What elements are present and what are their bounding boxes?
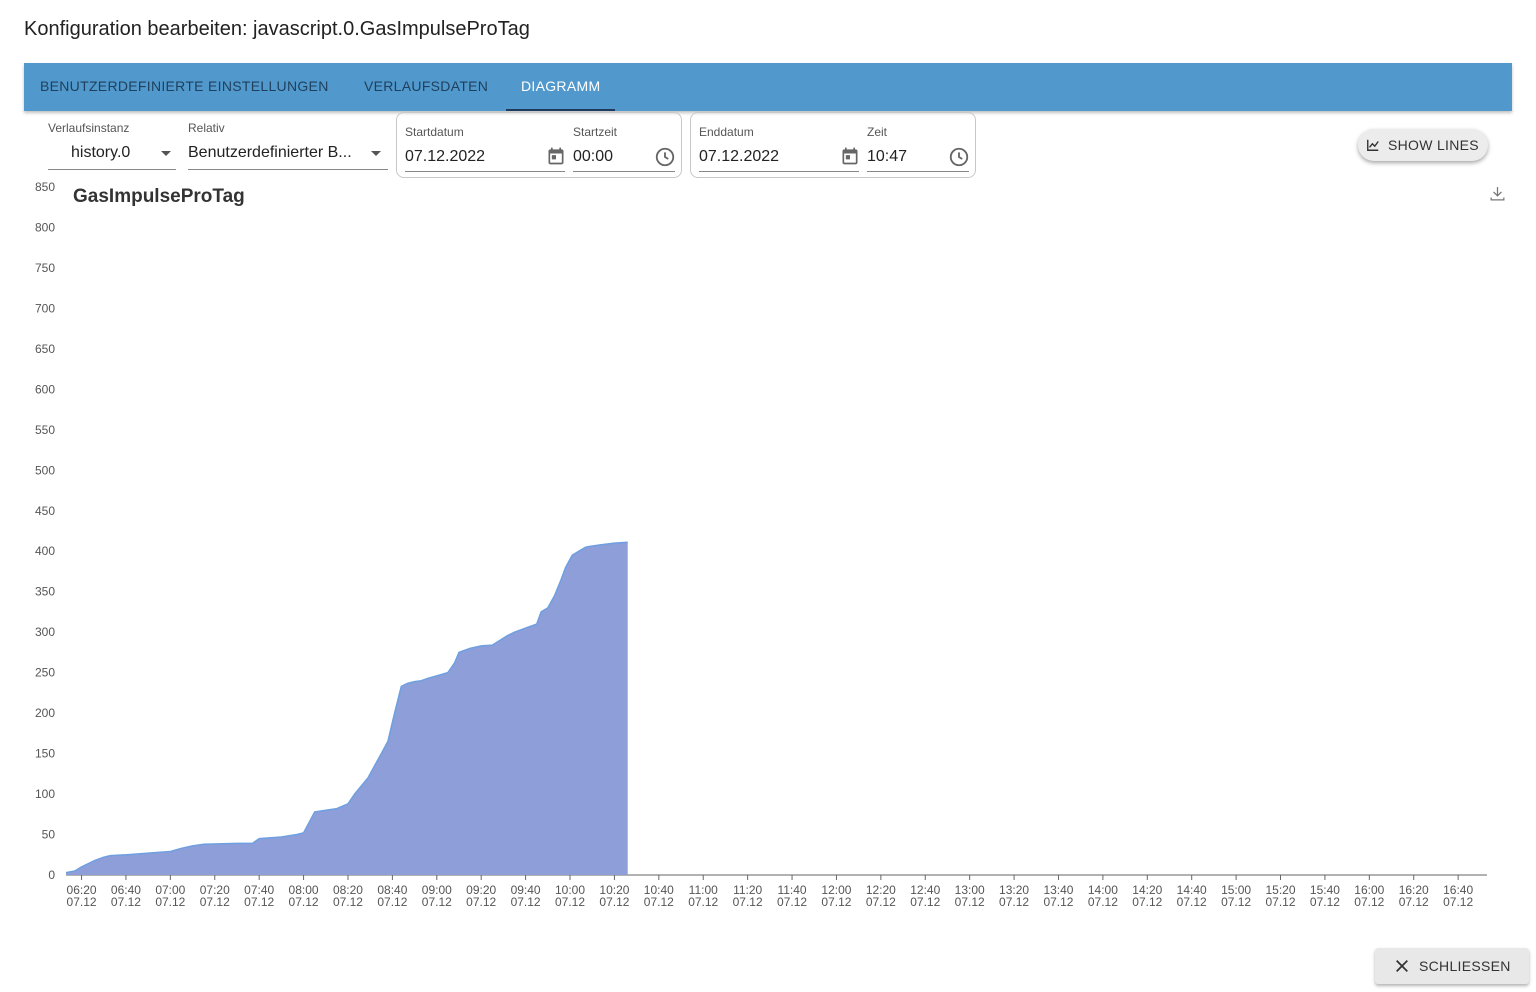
gas-impulse-chart: 0 50 100 150 200 250 300 350 400 450 500 550 600 650 7… (35, 180, 1487, 909)
instance-value: history.0 (71, 144, 131, 161)
y-tick-label: 350 (35, 585, 55, 599)
end-range-group (690, 112, 976, 178)
chevron-down-icon (371, 151, 381, 156)
start-time-value: 00:00 (573, 148, 614, 165)
close-button[interactable]: SCHLIESSEN (1375, 948, 1529, 984)
y-tick-label: 750 (35, 261, 55, 275)
tab-history-data[interactable]: VERLAUFSDATEN (364, 63, 488, 111)
y-tick-label: 200 (35, 706, 55, 720)
relative-value: Benutzerdefinierter B... (188, 144, 352, 161)
x-tick-label-date: 07.12 (999, 895, 1029, 909)
end-time-label: Zeit (867, 125, 888, 139)
start-date-underline (405, 171, 565, 172)
y-tick-label: 250 (35, 666, 55, 680)
x-tick-label-date: 07.12 (67, 895, 97, 909)
relative-label: Relativ (188, 121, 225, 135)
end-time-value: 10:47 (867, 148, 908, 165)
end-date-value: 07.12.2022 (699, 148, 780, 165)
area-series (66, 542, 628, 875)
start-range-group (396, 112, 682, 178)
line-chart-icon (1367, 139, 1379, 151)
tab-bar: BENUTZERDEFINIERTE EINSTELLUNGEN VERLAUF… (24, 63, 1512, 111)
tab-custom-settings[interactable]: BENUTZERDEFINIERTE EINSTELLUNGEN (40, 63, 329, 111)
x-tick-label-date: 07.12 (599, 895, 629, 909)
x-tick-label-date: 07.12 (644, 895, 674, 909)
x-tick-label-date: 07.12 (466, 895, 496, 909)
x-tick-label-date: 07.12 (422, 895, 452, 909)
x-tick-label-date: 07.12 (333, 895, 363, 909)
relative-underline (188, 169, 388, 170)
x-tick-label-date: 07.12 (1443, 895, 1473, 909)
x-tick-label-date: 07.12 (244, 895, 274, 909)
y-tick-label: 800 (35, 220, 55, 234)
x-tick-label-date: 07.12 (910, 895, 940, 909)
y-tick-label: 100 (35, 787, 55, 801)
start-date-label: Startdatum (405, 125, 464, 139)
x-tick-label-date: 07.12 (1221, 895, 1251, 909)
x-tick-label-date: 07.12 (377, 895, 407, 909)
chevron-down-icon (161, 151, 171, 156)
chart-title: GasImpulseProTag (73, 186, 245, 207)
y-tick-label: 50 (42, 828, 56, 842)
clock-icon[interactable] (654, 146, 676, 168)
end-date-underline (699, 171, 859, 172)
y-tick-label: 500 (35, 463, 55, 477)
x-tick-label-date: 07.12 (866, 895, 896, 909)
x-tick-label-date: 07.12 (1088, 895, 1118, 909)
instance-label: Verlaufsinstanz (48, 121, 130, 135)
end-date-label: Enddatum (699, 125, 754, 139)
start-time-label: Startzeit (573, 125, 618, 139)
show-lines-button[interactable]: SHOW LINES (1358, 129, 1488, 161)
y-tick-label: 300 (35, 625, 55, 639)
x-tick-label-date: 07.12 (1310, 895, 1340, 909)
close-label: SCHLIESSEN (1419, 958, 1511, 974)
instance-underline (48, 169, 176, 170)
download-icon[interactable] (1488, 184, 1507, 203)
tab-chart[interactable]: DIAGRAMM (506, 63, 616, 111)
x-tick-label-date: 07.12 (1132, 895, 1162, 909)
x-tick-label-date: 07.12 (1399, 895, 1429, 909)
show-lines-label: SHOW LINES (1388, 137, 1479, 153)
x-tick-label-date: 07.12 (511, 895, 541, 909)
x-tick-label-date: 07.12 (155, 895, 185, 909)
x-tick-label-date: 07.12 (733, 895, 763, 909)
y-tick-label: 400 (35, 544, 55, 558)
x-tick-label-date: 07.12 (955, 895, 985, 909)
x-tick-label-date: 07.12 (200, 895, 230, 909)
y-tick-label: 600 (35, 382, 55, 396)
clock-icon[interactable] (948, 146, 970, 168)
y-tick-label: 150 (35, 747, 55, 761)
y-tick-label: 700 (35, 301, 55, 315)
end-time-underline (867, 171, 969, 172)
x-tick-label-date: 07.12 (289, 895, 319, 909)
y-tick-label: 550 (35, 423, 55, 437)
y-tick-label: 650 (35, 342, 55, 356)
y-tick-label: 0 (48, 868, 55, 882)
y-tick-label: 450 (35, 504, 55, 518)
x-tick-label-date: 07.12 (1177, 895, 1207, 909)
x-tick-label-date: 07.12 (688, 895, 718, 909)
y-tick-label: 850 (35, 180, 55, 194)
x-tick-label-date: 07.12 (1265, 895, 1295, 909)
dialog-title: Konfiguration bearbeiten: javascript.0.G… (24, 18, 530, 40)
x-tick-label-date: 07.12 (777, 895, 807, 909)
x-tick-label-date: 07.12 (1043, 895, 1073, 909)
x-tick-label-date: 07.12 (821, 895, 851, 909)
start-date-value: 07.12.2022 (405, 148, 486, 165)
calendar-icon[interactable] (546, 146, 566, 166)
x-tick-label-date: 07.12 (555, 895, 585, 909)
close-icon (1396, 960, 1408, 972)
start-time-underline (573, 171, 675, 172)
x-tick-label-date: 07.12 (111, 895, 141, 909)
x-tick-label-date: 07.12 (1354, 895, 1384, 909)
calendar-icon[interactable] (840, 146, 860, 166)
